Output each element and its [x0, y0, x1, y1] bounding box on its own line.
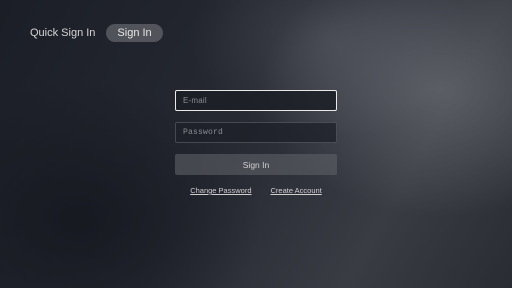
email-placeholder: E-mail [183, 96, 207, 105]
email-field[interactable]: E-mail [175, 90, 337, 111]
sign-in-form: E-mail Password Sign In [175, 90, 337, 175]
password-field[interactable]: Password [175, 122, 337, 143]
create-account-link[interactable]: Create Account [271, 186, 322, 195]
tab-quick-sign-in[interactable]: Quick Sign In [22, 24, 103, 42]
tab-sign-in[interactable]: Sign In [106, 24, 163, 42]
sign-in-tabs: Quick Sign In Sign In [22, 24, 163, 42]
account-links: Change Password Create Account [175, 186, 337, 195]
sign-in-button[interactable]: Sign In [175, 154, 337, 175]
password-placeholder: Password [183, 128, 224, 137]
change-password-link[interactable]: Change Password [190, 186, 251, 195]
